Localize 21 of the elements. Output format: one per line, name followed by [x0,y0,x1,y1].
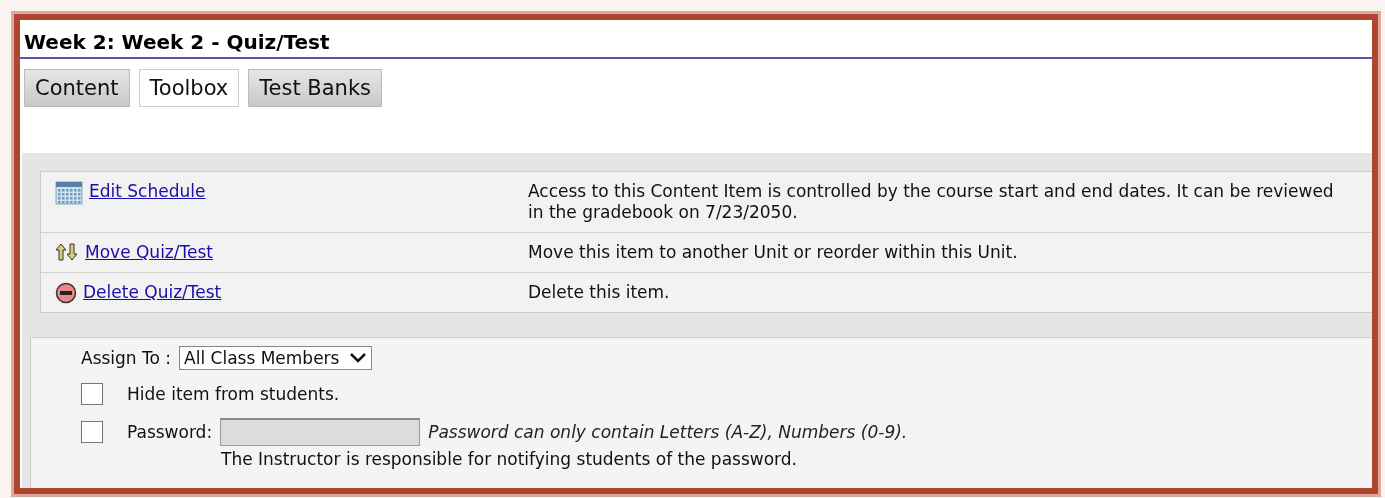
page-title: Week 2: Week 2 - Quiz/Test [24,30,330,54]
hide-label: Hide item from students. [127,384,340,404]
arrows-icon [55,242,79,262]
chevron-down-icon [349,352,368,364]
password-hint: Password can only contain Letters (A-Z), Numbers (0-9). [428,422,908,442]
tab[interactable]: Test Banks [248,69,382,107]
checkbox[interactable] [81,383,103,405]
password-label: Password: [127,422,213,442]
assign-label: Assign To : [81,348,172,368]
action-description: Delete this item. [528,281,671,304]
action-description: Move this item to another Unit or reorder within this Unit. [528,241,1019,264]
password-note: The Instructor is responsible for notifying students of the password. [221,449,798,469]
tab[interactable]: Content [24,69,130,107]
action-link[interactable]: Move Quiz/Test [85,242,213,262]
calendar-icon [55,181,83,205]
assign-select[interactable]: All Class Members [179,346,373,370]
action-link[interactable]: Delete Quiz/Test [83,282,222,302]
tab[interactable]: Toolbox [138,69,240,107]
action-description: Access to this Content Item is controlled by the course start and end dates. It can be reviewed in the gradebook on 7/23/2050. [528,180,1335,224]
action-link[interactable]: Edit Schedule [89,181,206,201]
delete-icon [55,282,77,304]
